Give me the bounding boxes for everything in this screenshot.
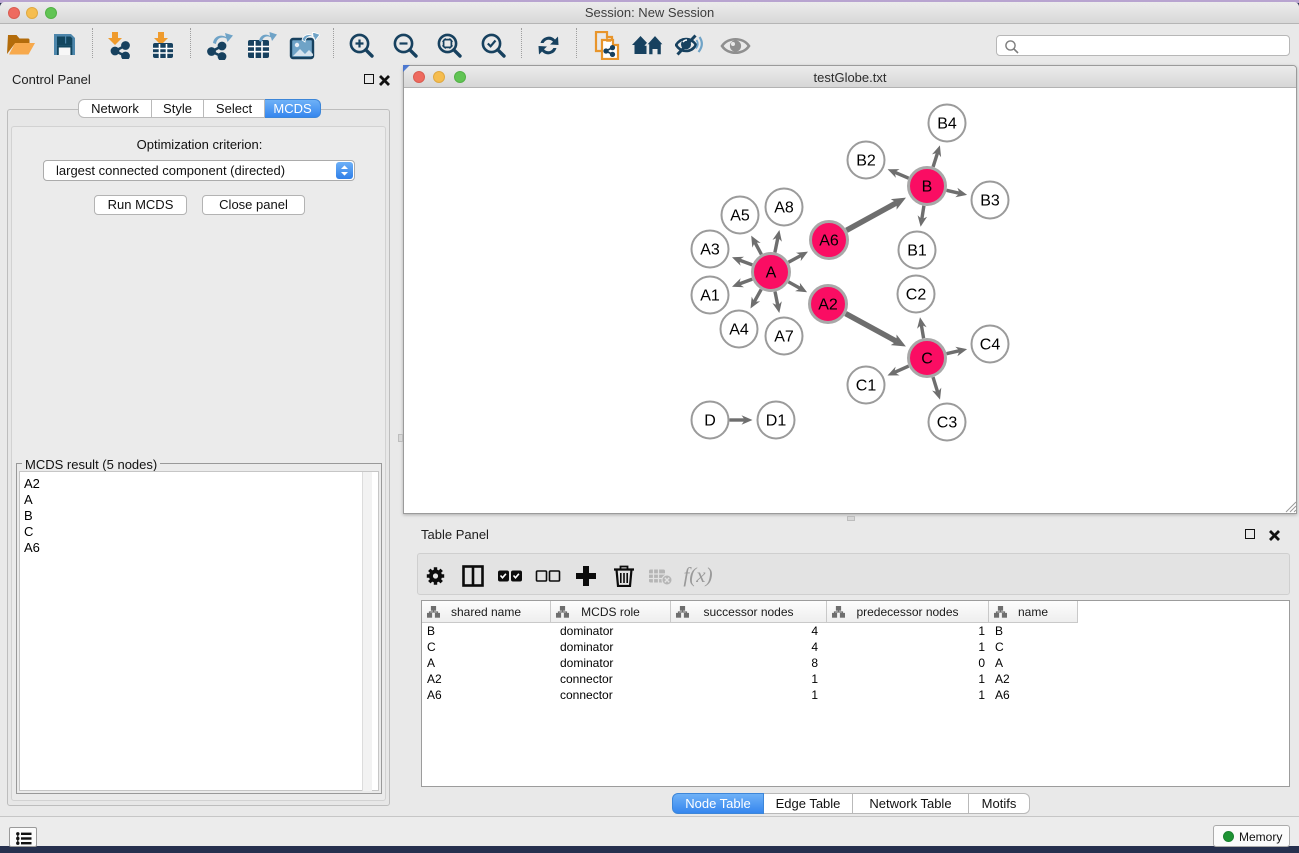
svg-text:C4: C4 xyxy=(980,337,1001,354)
svg-text:C1: C1 xyxy=(856,378,877,395)
svg-text:A1: A1 xyxy=(700,288,720,305)
svg-text:D: D xyxy=(704,413,716,430)
svg-text:B: B xyxy=(922,179,933,196)
svg-text:D1: D1 xyxy=(766,413,787,430)
svg-text:A8: A8 xyxy=(774,200,794,217)
svg-text:A3: A3 xyxy=(700,242,720,259)
svg-text:A7: A7 xyxy=(774,329,794,346)
svg-text:A6: A6 xyxy=(819,233,839,250)
svg-text:B2: B2 xyxy=(856,153,876,170)
svg-text:A5: A5 xyxy=(730,208,750,225)
svg-text:C2: C2 xyxy=(906,287,927,304)
svg-text:B3: B3 xyxy=(980,193,1000,210)
svg-text:A4: A4 xyxy=(729,322,749,339)
svg-text:C: C xyxy=(921,351,933,368)
svg-text:B1: B1 xyxy=(907,243,927,260)
svg-text:C3: C3 xyxy=(937,415,958,432)
svg-text:A2: A2 xyxy=(818,297,838,314)
svg-text:B4: B4 xyxy=(937,116,957,133)
svg-text:A: A xyxy=(766,265,777,282)
svg-text:f(x): f(x) xyxy=(683,565,712,587)
